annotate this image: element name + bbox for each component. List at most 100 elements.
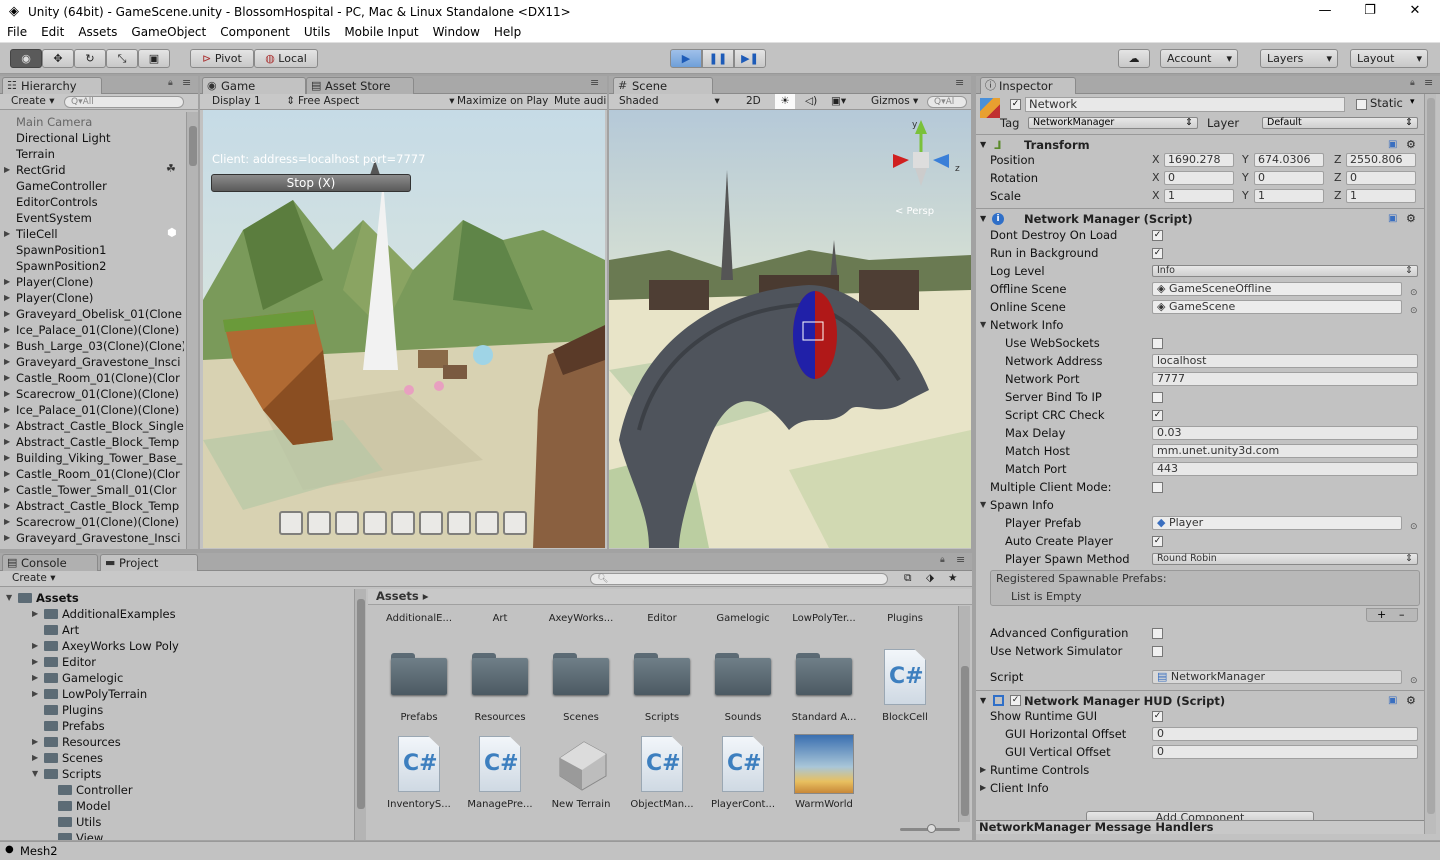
hierarchy-item[interactable]: Terrain bbox=[0, 146, 184, 162]
advanced-config-checkbox[interactable] bbox=[1152, 628, 1163, 639]
hotbar-slot[interactable] bbox=[363, 511, 387, 535]
panel-menu-icon[interactable]: ≡ bbox=[1424, 76, 1433, 89]
tag-dropdown[interactable]: NetworkManager ⇕ bbox=[1028, 117, 1198, 129]
asset-name-label[interactable]: Editor bbox=[623, 613, 701, 624]
hand-tool-icon[interactable]: ◉ bbox=[10, 49, 42, 68]
filter-type-icon[interactable]: ⧉ bbox=[904, 571, 912, 586]
tab-game[interactable]: ◉ Game bbox=[202, 77, 306, 94]
tab-inspector[interactable]: ⓘ Inspector bbox=[980, 77, 1076, 94]
tab-asset-store[interactable]: ▤ Asset Store bbox=[306, 77, 414, 94]
use-websockets-checkbox[interactable] bbox=[1152, 338, 1163, 349]
menu-help[interactable]: Help bbox=[487, 23, 528, 42]
menu-file[interactable]: File bbox=[0, 23, 34, 42]
pause-button[interactable]: ❚❚ bbox=[702, 49, 734, 68]
scale-z-field[interactable]: 1 bbox=[1346, 189, 1416, 203]
menu-mobile-input[interactable]: Mobile Input bbox=[337, 23, 425, 42]
asset-tile[interactable]: New Terrain bbox=[542, 736, 620, 816]
fold-open-icon[interactable]: ▼ bbox=[32, 766, 38, 782]
layers-dropdown[interactable]: Layers ▾ bbox=[1260, 49, 1338, 68]
fold-closed-icon[interactable]: ▶ bbox=[4, 338, 10, 354]
gizmos-dropdown[interactable]: Gizmos ▾ bbox=[871, 94, 918, 109]
asset-name-label[interactable]: AxeyWorks... bbox=[542, 613, 620, 624]
hierarchy-item[interactable]: ▶ Building_Viking_Tower_Base_ bbox=[0, 450, 184, 466]
folder-item[interactable]: Controller bbox=[58, 782, 133, 798]
effects-icon[interactable]: ▣▾ bbox=[831, 94, 846, 109]
rotation-x-field[interactable]: 0 bbox=[1164, 171, 1234, 185]
fold-closed-icon[interactable]: ▶ bbox=[32, 670, 38, 686]
hierarchy-item[interactable]: Directional Light bbox=[0, 130, 184, 146]
shading-dropdown[interactable]: Shaded ▾ bbox=[619, 94, 720, 109]
panel-menu-icon[interactable]: ≡ bbox=[182, 76, 191, 89]
hierarchy-item[interactable]: ▶ Player(Clone) bbox=[0, 290, 184, 306]
status-text[interactable]: Mesh2 bbox=[20, 844, 58, 858]
asset-name-label[interactable]: Plugins bbox=[866, 613, 944, 624]
panel-menu-icon[interactable]: ≡ bbox=[590, 76, 599, 89]
position-z-field[interactable]: 2550.806 bbox=[1346, 153, 1416, 167]
scale-x-field[interactable]: 1 bbox=[1164, 189, 1234, 203]
rotation-y-field[interactable]: 0 bbox=[1254, 171, 1324, 185]
fold-closed-icon[interactable]: ▶ bbox=[4, 466, 10, 482]
fold-closed-icon[interactable]: ▶ bbox=[32, 654, 38, 670]
asset-name-label[interactable]: Art bbox=[461, 613, 539, 624]
folder-item[interactable]: ▶ Editor bbox=[32, 654, 96, 670]
project-tree-scrollbar[interactable] bbox=[354, 589, 366, 840]
asset-tile[interactable]: Sounds bbox=[704, 649, 782, 729]
slider-thumb[interactable] bbox=[927, 824, 936, 833]
mode-2d-toggle[interactable]: 2D bbox=[746, 94, 761, 109]
v-offset-field[interactable]: 0 bbox=[1152, 745, 1418, 759]
hierarchy-item[interactable]: ▶ Player(Clone) bbox=[0, 274, 184, 290]
hotbar-slot[interactable] bbox=[391, 511, 415, 535]
tab-scene[interactable]: # Scene bbox=[613, 77, 713, 94]
network-manager-header[interactable]: ▼ i Network Manager (Script) ▣ ⚙ bbox=[976, 208, 1424, 228]
scroll-thumb[interactable] bbox=[357, 599, 365, 809]
rotation-y[interactable]: Y0 bbox=[1242, 171, 1324, 185]
hotbar-slot[interactable] bbox=[307, 511, 331, 535]
fold-closed-icon[interactable]: ▶ bbox=[4, 482, 10, 498]
static-checkbox[interactable] bbox=[1356, 99, 1367, 110]
network-address-field[interactable]: localhost bbox=[1152, 354, 1418, 368]
hierarchy-item[interactable]: ▶ RectGrid bbox=[0, 162, 184, 178]
chevron-down-icon[interactable]: ▾ bbox=[1410, 97, 1415, 107]
asset-tile[interactable]: C# ManagePre... bbox=[461, 736, 539, 816]
spawn-info-row[interactable]: ▼ Spawn Info bbox=[976, 496, 1424, 514]
fold-closed-icon[interactable]: ▶ bbox=[4, 322, 10, 338]
fold-closed-icon[interactable]: ▶ bbox=[4, 498, 10, 514]
fold-closed-icon[interactable]: ▶ bbox=[4, 530, 10, 546]
assets-root-folder[interactable]: ▼ Assets bbox=[6, 590, 79, 606]
object-name-field[interactable]: Network bbox=[1025, 97, 1345, 112]
spawn-method-dropdown[interactable]: Round Robin ⇕ bbox=[1152, 553, 1418, 565]
object-picker-icon[interactable]: ⊙ bbox=[1410, 672, 1418, 690]
panel-menu-icon[interactable]: ≡ bbox=[956, 553, 965, 566]
tab-console[interactable]: ▤ Console bbox=[2, 554, 98, 571]
rotate-tool-icon[interactable]: ↻ bbox=[74, 49, 106, 68]
fold-closed-icon[interactable]: ▶ bbox=[4, 418, 10, 434]
client-info-row[interactable]: ▶ Client Info bbox=[976, 779, 1424, 797]
hierarchy-search-input[interactable]: Q▾All bbox=[64, 96, 184, 108]
menu-assets[interactable]: Assets bbox=[71, 23, 124, 42]
fold-closed-icon[interactable]: ▶ bbox=[4, 354, 10, 370]
show-gui-checkbox[interactable]: ✓ bbox=[1152, 711, 1163, 722]
position-x-field[interactable]: 1690.278 bbox=[1164, 153, 1234, 167]
game-viewport[interactable]: Client: address=localhost port=7777 Stop… bbox=[203, 110, 605, 548]
fold-closed-icon[interactable]: ▶ bbox=[4, 274, 10, 290]
position-y[interactable]: Y 674.0306 bbox=[1242, 153, 1324, 167]
scale-y-field[interactable]: 1 bbox=[1254, 189, 1324, 203]
fold-closed-icon[interactable]: ▶ bbox=[4, 290, 10, 306]
fold-closed-icon[interactable]: ▶ bbox=[32, 638, 38, 654]
asset-tile[interactable]: WarmWorld bbox=[785, 734, 863, 816]
active-checkbox[interactable]: ✓ bbox=[1010, 99, 1021, 110]
asset-tile[interactable]: Resources bbox=[461, 649, 539, 729]
fold-closed-icon[interactable]: ▶ bbox=[4, 370, 10, 386]
menu-component[interactable]: Component bbox=[213, 23, 297, 42]
position-x[interactable]: X 1690.278 bbox=[1152, 153, 1234, 167]
lock-icon[interactable]: 🔒︎ bbox=[940, 555, 945, 565]
runtime-controls-row[interactable]: ▶ Runtime Controls bbox=[976, 761, 1424, 779]
hierarchy-item[interactable]: SpawnPosition1 bbox=[0, 242, 184, 258]
stop-button[interactable]: Stop (X) bbox=[211, 174, 411, 192]
favorite-icon[interactable]: ★ bbox=[948, 571, 957, 586]
hierarchy-item[interactable]: EditorControls bbox=[0, 194, 184, 210]
folder-item[interactable]: ▼ Scripts bbox=[32, 766, 101, 782]
fold-closed-icon[interactable]: ▶ bbox=[4, 386, 10, 402]
hotbar-slot[interactable] bbox=[419, 511, 443, 535]
script-crc-checkbox[interactable]: ✓ bbox=[1152, 410, 1163, 421]
